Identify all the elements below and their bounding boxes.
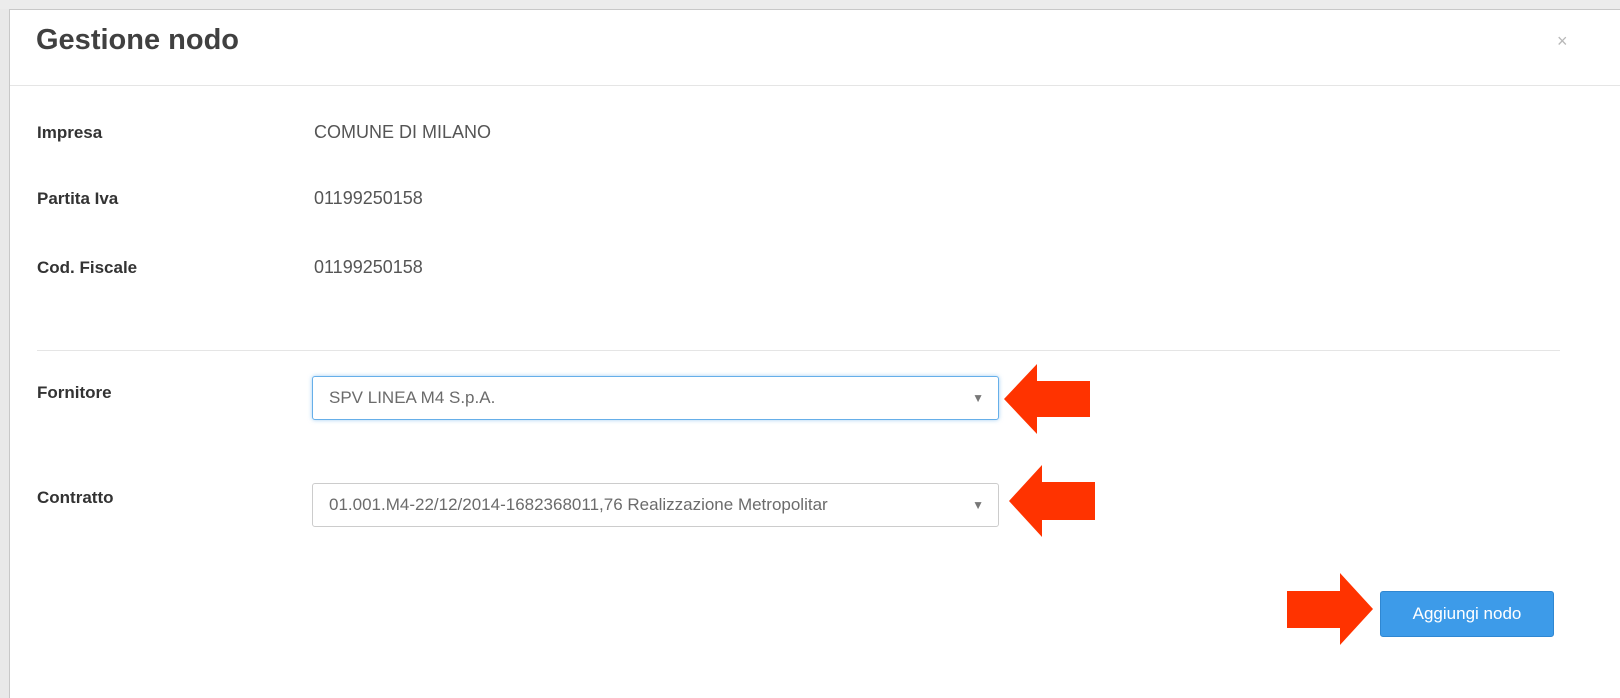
annotation-arrow-icon xyxy=(1009,465,1095,537)
fornitore-select[interactable]: SPV LINEA M4 S.p.A. ▼ xyxy=(312,376,999,420)
cod-fiscale-label: Cod. Fiscale xyxy=(37,258,138,277)
contratto-label: Contratto xyxy=(37,488,114,507)
dialog-header: Gestione nodo × xyxy=(10,10,1620,86)
section-divider xyxy=(37,350,1560,351)
annotation-arrow-icon xyxy=(1004,364,1090,434)
background-page-edge xyxy=(0,0,9,698)
chevron-down-icon: ▼ xyxy=(972,498,984,512)
background-page-top-edge xyxy=(0,0,1620,9)
impresa-value: COMUNE DI MILANO xyxy=(314,122,492,142)
chevron-down-icon: ▼ xyxy=(972,391,984,405)
cod-fiscale-value: 01199250158 xyxy=(314,257,423,277)
partita-iva-label: Partita Iva xyxy=(37,189,119,208)
gestione-nodo-dialog: Gestione nodo × Impresa COMUNE DI MILANO… xyxy=(9,9,1620,698)
impresa-label: Impresa xyxy=(37,123,103,142)
fornitore-label: Fornitore xyxy=(37,383,112,402)
add-node-button[interactable]: Aggiungi nodo xyxy=(1380,591,1554,637)
dialog-title: Gestione nodo xyxy=(36,24,239,56)
fornitore-selected-value: SPV LINEA M4 S.p.A. xyxy=(329,388,496,407)
partita-iva-value: 01199250158 xyxy=(314,188,423,208)
annotation-arrow-icon xyxy=(1287,573,1373,645)
contratto-selected-value: 01.001.M4-22/12/2014-1682368011,76 Reali… xyxy=(329,495,828,514)
contratto-select[interactable]: 01.001.M4-22/12/2014-1682368011,76 Reali… xyxy=(312,483,999,527)
close-icon[interactable]: × xyxy=(1557,31,1568,52)
